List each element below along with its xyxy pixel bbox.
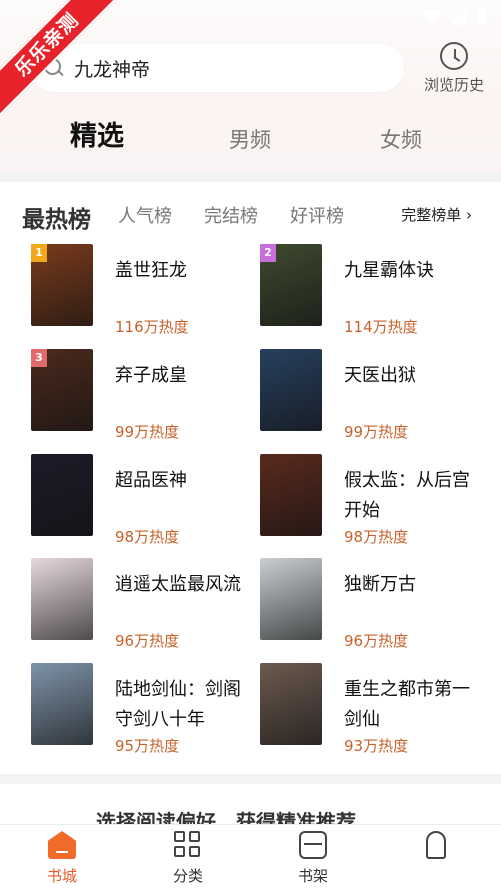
book-heat: 98万热度 bbox=[344, 528, 409, 546]
book-title: 弃子成皇 bbox=[115, 365, 187, 386]
book-item[interactable]: 1 盖世狂龙 116万热度 bbox=[31, 244, 271, 336]
tab-male[interactable]: 男频 bbox=[229, 124, 271, 154]
channel-tabs: 精选 男频 女频 bbox=[0, 112, 501, 156]
book-item[interactable]: 天医出狱 99万热度 bbox=[260, 349, 500, 441]
bookshelf-icon bbox=[299, 831, 327, 859]
bottom-navigation: 书城 分类 书架 bbox=[0, 824, 501, 892]
search-input[interactable]: 九龙神帝 bbox=[30, 44, 404, 92]
book-item[interactable]: 逍遥太监最风流 96万热度 bbox=[31, 558, 271, 650]
clock-icon bbox=[440, 42, 468, 70]
book-item[interactable]: 重生之都市第一剑仙 93万热度 bbox=[260, 663, 500, 755]
book-cover: 3 bbox=[31, 349, 93, 431]
book-title: 天医出狱 bbox=[344, 365, 416, 386]
profile-icon bbox=[426, 831, 446, 859]
book-title: 独断万古 bbox=[344, 574, 416, 595]
rank-badge: 1 bbox=[31, 244, 47, 262]
book-cover bbox=[260, 558, 322, 640]
nav-label: 分类 bbox=[172, 867, 203, 885]
nav-profile[interactable] bbox=[396, 831, 476, 865]
book-heat: 96万热度 bbox=[344, 632, 409, 650]
browse-history-label: 浏览历史 bbox=[423, 76, 484, 94]
book-item[interactable]: 独断万古 96万热度 bbox=[260, 558, 500, 650]
book-heat: 99万热度 bbox=[115, 423, 180, 441]
book-cover bbox=[31, 558, 93, 640]
book-title: 逍遥太监最风流 bbox=[115, 574, 241, 595]
signal-icon bbox=[451, 8, 467, 25]
browse-history-button[interactable]: 浏览历史 bbox=[416, 42, 492, 95]
book-item[interactable]: 超品医神 98万热度 bbox=[31, 454, 271, 546]
book-cover bbox=[31, 663, 93, 745]
book-cover: 2 bbox=[260, 244, 322, 326]
search-value: 九龙神帝 bbox=[74, 58, 151, 81]
book-heat: 93万热度 bbox=[344, 737, 409, 755]
book-item[interactable]: 陆地剑仙：剑阁守剑八十年 95万热度 bbox=[31, 663, 271, 755]
book-cover bbox=[31, 454, 93, 536]
book-item[interactable]: 2 九星霸体诀 114万热度 bbox=[260, 244, 500, 336]
wifi-icon bbox=[421, 9, 441, 24]
nav-label: 书城 bbox=[46, 867, 77, 885]
battery-icon bbox=[477, 8, 487, 25]
book-heat: 114万热度 bbox=[344, 318, 418, 336]
ranking-tabs: 最热榜 人气榜 完结榜 好评榜 完整榜单 › bbox=[22, 200, 482, 233]
promo-text: 选择阅读偏好，获得精准推荐 bbox=[96, 810, 356, 824]
status-bar bbox=[421, 8, 487, 25]
tab-featured[interactable]: 精选 bbox=[70, 114, 124, 153]
grid-icon bbox=[174, 831, 202, 859]
book-heat: 98万热度 bbox=[115, 528, 180, 546]
tab-completed[interactable]: 完结榜 bbox=[204, 202, 258, 228]
book-cover bbox=[260, 454, 322, 536]
tab-top-rated[interactable]: 好评榜 bbox=[290, 202, 344, 228]
rank-badge: 3 bbox=[31, 349, 47, 367]
book-heat: 95万热度 bbox=[115, 737, 180, 755]
preference-promo[interactable]: 选择阅读偏好，获得精准推荐 bbox=[0, 784, 501, 824]
book-title: 陆地剑仙：剑阁守剑八十年 bbox=[115, 679, 241, 730]
rank-badge: 2 bbox=[260, 244, 276, 262]
book-title: 盖世狂龙 bbox=[115, 260, 187, 281]
book-item[interactable]: 3 弃子成皇 99万热度 bbox=[31, 349, 271, 441]
book-cover bbox=[260, 663, 322, 745]
home-icon bbox=[48, 831, 76, 859]
nav-category[interactable]: 分类 bbox=[148, 831, 228, 886]
book-title: 重生之都市第一剑仙 bbox=[344, 679, 470, 730]
book-item[interactable]: 假太监：从后宫开始 98万热度 bbox=[260, 454, 500, 546]
book-title: 九星霸体诀 bbox=[344, 260, 434, 281]
book-title: 假太监：从后宫开始 bbox=[344, 470, 470, 521]
book-cover: 1 bbox=[31, 244, 93, 326]
book-heat: 116万热度 bbox=[115, 318, 189, 336]
tab-female[interactable]: 女频 bbox=[380, 124, 422, 154]
nav-bookstore[interactable]: 书城 bbox=[22, 831, 102, 886]
book-heat: 99万热度 bbox=[344, 423, 409, 441]
top-header-area: 乐乐亲测 九龙神帝 浏览历史 精选 男频 女频 bbox=[0, 0, 501, 172]
book-title: 超品医神 bbox=[115, 470, 187, 491]
nav-bookshelf[interactable]: 书架 bbox=[273, 831, 353, 886]
tab-hottest[interactable]: 最热榜 bbox=[22, 200, 91, 234]
full-ranking-link[interactable]: 完整榜单 › bbox=[401, 204, 472, 225]
book-cover bbox=[260, 349, 322, 431]
tab-popular[interactable]: 人气榜 bbox=[118, 202, 172, 228]
nav-label: 书架 bbox=[297, 867, 328, 885]
ranking-card: 最热榜 人气榜 完结榜 好评榜 完整榜单 › 1 盖世狂龙 116万热度 2 九星霸体诀… bbox=[0, 182, 501, 774]
book-heat: 96万热度 bbox=[115, 632, 180, 650]
